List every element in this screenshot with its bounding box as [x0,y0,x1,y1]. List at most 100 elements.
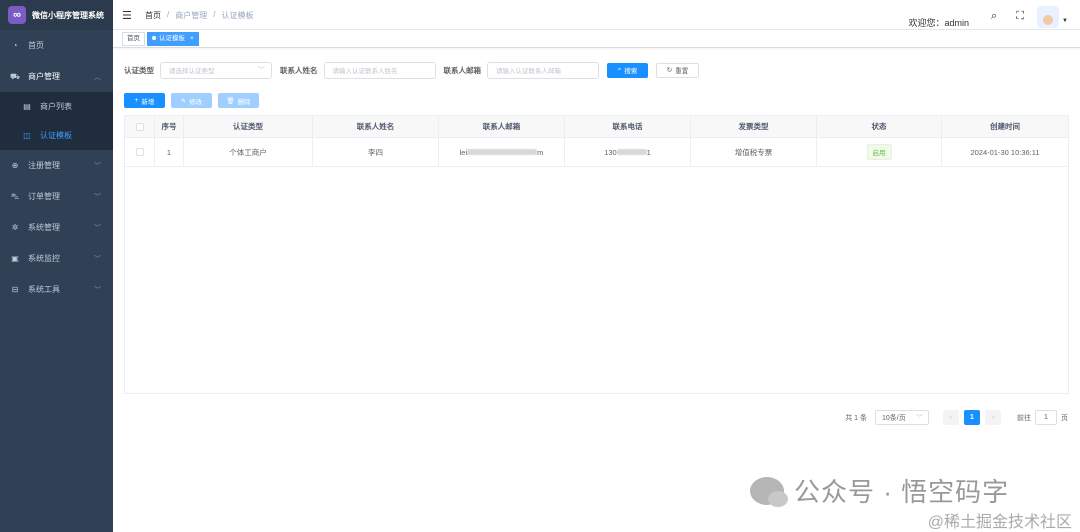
edit-button-label: 修改 [189,98,203,106]
sidebar-item-tools[interactable]: ⊟ 系统工具 ﹀ [0,274,113,305]
sidebar-item-label: 首页 [28,41,44,50]
sidebar-item-label: 系统工具 [28,285,60,294]
breadcrumb: 首页 / 商户管理 / 认证模板 [145,10,253,21]
table-row[interactable]: 1 个体工商户 李四 lei m 130 1 增值税专票 启用 2024-01-30… [125,138,1068,167]
monitor-icon: ▣ [11,254,19,263]
delete-button-label: 删除 [237,98,251,106]
row-select[interactable] [125,138,155,166]
chevron-down-icon: ﹀ [94,286,101,294]
contact-name-placeholder: 请输入认证联系人姓名 [332,68,398,75]
topbar-right: 欢迎您：admin ⌕ ⛶ ▼ [909,4,1068,29]
phone-suffix: 1 [646,147,651,157]
sidebar-item-monitor[interactable]: ▣ 系统监控 ﹀ [0,243,113,274]
merchant-icon: ⛟ [10,71,21,81]
page-number[interactable]: 1 [964,410,980,425]
template-icon: ◫ [23,131,31,140]
cell-email: lei m [439,138,565,166]
chevron-right-icon: › [991,414,995,421]
logo-icon: ∞ [8,6,26,24]
cell-contact-name: 李四 [313,138,439,166]
delete-button[interactable]: 🗑 删除 [218,93,259,108]
tag-label: 认证模板 [159,35,185,42]
tag-cert-template[interactable]: 认证模板 × [147,32,199,46]
sidebar-item-label: 商户管理 [28,72,60,81]
column-header: 发票类型 [691,116,817,137]
chevron-down-icon: ﹀ [258,67,265,74]
gear-icon: ✲ [11,223,19,232]
chevron-down-icon: ﹀ [94,224,101,232]
app-root: ∞ 微信小程序管理系统 ◔ 首页 ⛟ 商户管理 ︿ ▤ 商户列表 ◫ 认证模板 … [0,0,1080,532]
sidebar-item-order[interactable]: ⛍ 订单管理 ﹀ [0,181,113,212]
breadcrumb-separator: / [213,10,216,19]
tag-home[interactable]: 首页 [122,32,145,46]
table-header: 序号 认证类型 联系人姓名 联系人邮箱 联系电话 发票类型 状态 创建时间 [125,116,1068,138]
next-page-button[interactable]: › [985,410,1001,425]
contact-email-input[interactable]: 请输入认证联系人邮箱 [487,61,599,79]
sidebar-item-merchant[interactable]: ⛟ 商户管理 ︿ [0,61,113,92]
column-header: 联系人邮箱 [439,116,565,137]
data-table: 序号 认证类型 联系人姓名 联系人邮箱 联系电话 发票类型 状态 创建时间 1 … [124,115,1069,394]
goto-page-input[interactable]: 1 [1035,410,1057,425]
sidebar-item-label: 认证模板 [40,131,72,140]
email-suffix: m [537,147,544,157]
add-button-label: 新增 [141,98,155,106]
search-button[interactable]: ⌕ 搜索 [607,62,648,78]
dashboard-icon: ◔ [12,41,18,50]
sidebar-item-system[interactable]: ✲ 系统管理 ﹀ [0,212,113,243]
sidebar-item-register[interactable]: ⊕ 注册管理 ﹀ [0,150,113,181]
fullscreen-icon[interactable]: ⛶ [1011,10,1029,23]
reset-button[interactable]: ↻ 重置 [656,62,699,78]
wechat-icon [750,476,788,507]
sidebar-item-cert-template[interactable]: ◫ 认证模板 [0,121,113,150]
column-header: 序号 [155,116,184,137]
avatar[interactable] [1037,5,1060,28]
status-badge: 启用 [866,144,892,160]
chevron-left-icon: ‹ [949,414,953,421]
cart-icon: ⛍ [10,191,20,201]
chevron-down-icon: ﹀ [94,193,101,201]
header-select-all[interactable] [125,116,155,137]
breadcrumb-item[interactable]: 首页 [145,10,161,21]
search-icon[interactable]: ⌕ [985,10,1003,23]
cert-type-select[interactable]: 请选择认证类型 ﹀ [160,61,272,79]
sidebar-item-label: 系统监控 [28,254,60,263]
prev-page-button[interactable]: ‹ [943,410,959,425]
sidebar-item-home[interactable]: ◔ 首页 [0,30,113,61]
edit-icon: ✎ [180,97,187,105]
page-size-value: 10条/页 [882,414,906,422]
cell-index: 1 [155,138,184,166]
search-button-label: 搜索 [624,68,638,75]
checkbox[interactable] [135,148,144,156]
column-header: 状态 [817,116,942,137]
sidebar-item-label: 系统管理 [28,223,60,232]
cell-invoice-type: 增值税专票 [691,138,817,166]
register-icon: ⊕ [11,161,19,170]
chevron-down-icon: ﹀ [916,414,923,422]
logo[interactable]: ∞ 微信小程序管理系统 [0,0,113,30]
search-icon: ⌕ [617,66,622,73]
app-name: 微信小程序管理系统 [32,10,104,20]
active-dot-icon [152,36,156,41]
edit-button[interactable]: ✎ 修改 [171,93,212,108]
tags-view: 首页 认证模板 × [113,30,1080,48]
trash-icon: 🗑 [226,97,235,105]
caret-down-icon[interactable]: ▼ [1062,18,1068,24]
checkbox[interactable] [135,122,144,131]
redacted-blur [616,149,647,155]
cell-created: 2024-01-30 10:36:11 [970,147,1040,157]
add-button[interactable]: + 新增 [124,93,165,108]
redacted-blur [467,149,538,155]
column-header: 认证类型 [184,116,313,137]
breadcrumb-item: 商户管理 [175,11,208,20]
hamburger-icon[interactable]: ☰ [122,9,132,22]
cell-cert-type: 个体工商户 [184,138,313,166]
breadcrumb-separator: / [167,10,170,19]
breadcrumb-item: 认证模板 [221,11,254,20]
reset-button-label: 重置 [675,68,689,75]
contact-name-input[interactable]: 请输入认证联系人姓名 [323,61,436,79]
close-icon[interactable]: × [190,35,194,42]
page-size-select[interactable]: 10条/页 ﹀ [875,410,929,425]
search-form: 认证类型 请选择认证类型 ﹀ 联系人姓名 请输入认证联系人姓名 联系人邮箱 请输… [124,61,1080,79]
sidebar-item-merchant-list[interactable]: ▤ 商户列表 [0,92,113,121]
contact-email-placeholder: 请输入认证联系人邮箱 [496,68,561,75]
